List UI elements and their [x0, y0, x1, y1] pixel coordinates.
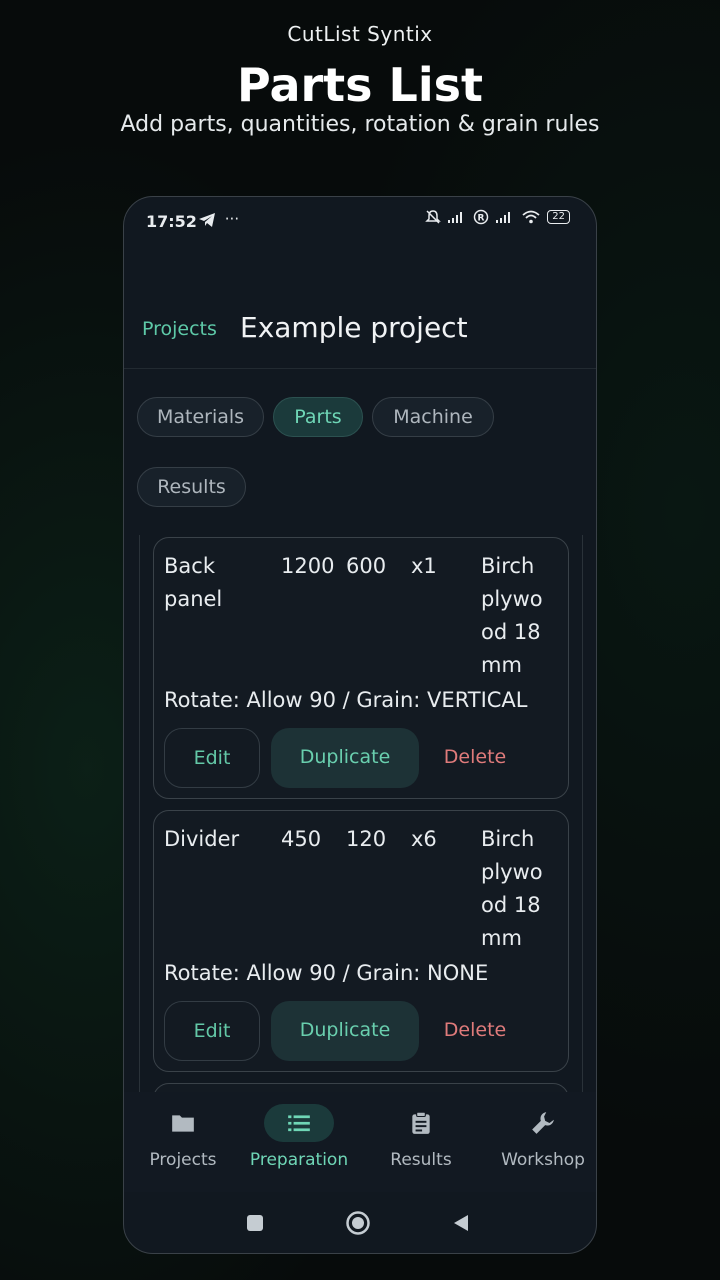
system-navigation-bar: [124, 1197, 596, 1253]
promo-title: Parts List: [236, 58, 484, 112]
promo-subtitle: Add parts, quantities, rotation & grain …: [120, 112, 600, 137]
svg-text:R: R: [478, 214, 485, 224]
clipboard-icon: [412, 1111, 430, 1134]
part-length: 1200: [281, 554, 335, 578]
part-width: 120: [346, 827, 387, 851]
part-card: Divider 450 120 x6 Birch plywood 18mm Ro…: [153, 810, 569, 1072]
back-to-projects-link[interactable]: Projects: [142, 318, 217, 340]
delete-button[interactable]: Delete: [432, 728, 518, 788]
part-card: Back panel 1200 600 x1 Birch plywood 18m…: [153, 537, 569, 799]
signal-icon: [496, 212, 511, 223]
wrench-icon: [532, 1112, 554, 1134]
folder-icon: [172, 1115, 194, 1132]
registered-icon: R: [474, 209, 489, 225]
nav-results[interactable]: Results: [362, 1092, 480, 1192]
app-bar: Projects Example project: [124, 297, 596, 369]
promo-app-name: CutList Syntix: [287, 22, 433, 46]
nav-projects-label: Projects: [149, 1150, 217, 1170]
duplicate-button[interactable]: Duplicate: [271, 1001, 419, 1061]
status-time: 17:52: [146, 212, 197, 231]
part-rules: Rotate: Allow 90 / Grain: VERTICAL: [164, 688, 528, 712]
nav-projects[interactable]: Projects: [124, 1092, 242, 1192]
more-dots-icon: ···: [224, 210, 240, 228]
tab-results[interactable]: Results: [137, 467, 246, 507]
parts-list[interactable]: Back panel 1200 600 x1 Birch plywood 18m…: [139, 535, 583, 1095]
part-rules: Rotate: Allow 90 / Grain: NONE: [164, 961, 489, 985]
muted-bell-icon: [425, 210, 442, 224]
part-quantity: x1: [411, 554, 437, 578]
nav-preparation-label: Preparation: [249, 1150, 349, 1170]
wifi-icon: [522, 210, 540, 224]
part-material: Birch plywood 18mm: [481, 827, 543, 950]
part-material: Birch plywood 18mm: [481, 554, 543, 677]
part-quantity: x6: [411, 827, 437, 851]
status-bar: 17:52 ··· R 22: [124, 197, 596, 247]
recents-icon[interactable]: [245, 1213, 265, 1233]
battery-indicator: 22: [547, 210, 570, 224]
part-name: Divider: [164, 827, 240, 851]
page-title: Example project: [240, 311, 468, 344]
status-right-icons: R 22: [425, 209, 570, 225]
phone-frame: 17:52 ··· R 22 Projects Example project …: [123, 196, 597, 1254]
tab-materials[interactable]: Materials: [137, 397, 264, 437]
edit-button[interactable]: Edit: [164, 1001, 260, 1061]
tab-machine[interactable]: Machine: [372, 397, 494, 437]
tab-parts[interactable]: Parts: [273, 397, 363, 437]
edit-button[interactable]: Edit: [164, 728, 260, 788]
list-icon: [288, 1115, 310, 1132]
part-length: 450: [281, 827, 322, 851]
delete-button[interactable]: Delete: [432, 1001, 518, 1061]
part-width: 600: [346, 554, 387, 578]
duplicate-button[interactable]: Duplicate: [271, 728, 419, 788]
nav-workshop-label: Workshop: [501, 1150, 585, 1170]
home-icon[interactable]: [345, 1210, 371, 1236]
back-icon[interactable]: [451, 1213, 471, 1233]
signal-icon: [448, 212, 463, 223]
bottom-navigation: Projects Preparation Results Workshop: [124, 1092, 596, 1192]
telegram-icon: [199, 212, 215, 227]
nav-workshop[interactable]: Workshop: [484, 1092, 596, 1192]
nav-results-label: Results: [390, 1150, 452, 1170]
part-name: Back panel: [164, 554, 223, 611]
nav-preparation[interactable]: Preparation: [240, 1092, 358, 1192]
status-left-icons: ···: [198, 210, 239, 228]
